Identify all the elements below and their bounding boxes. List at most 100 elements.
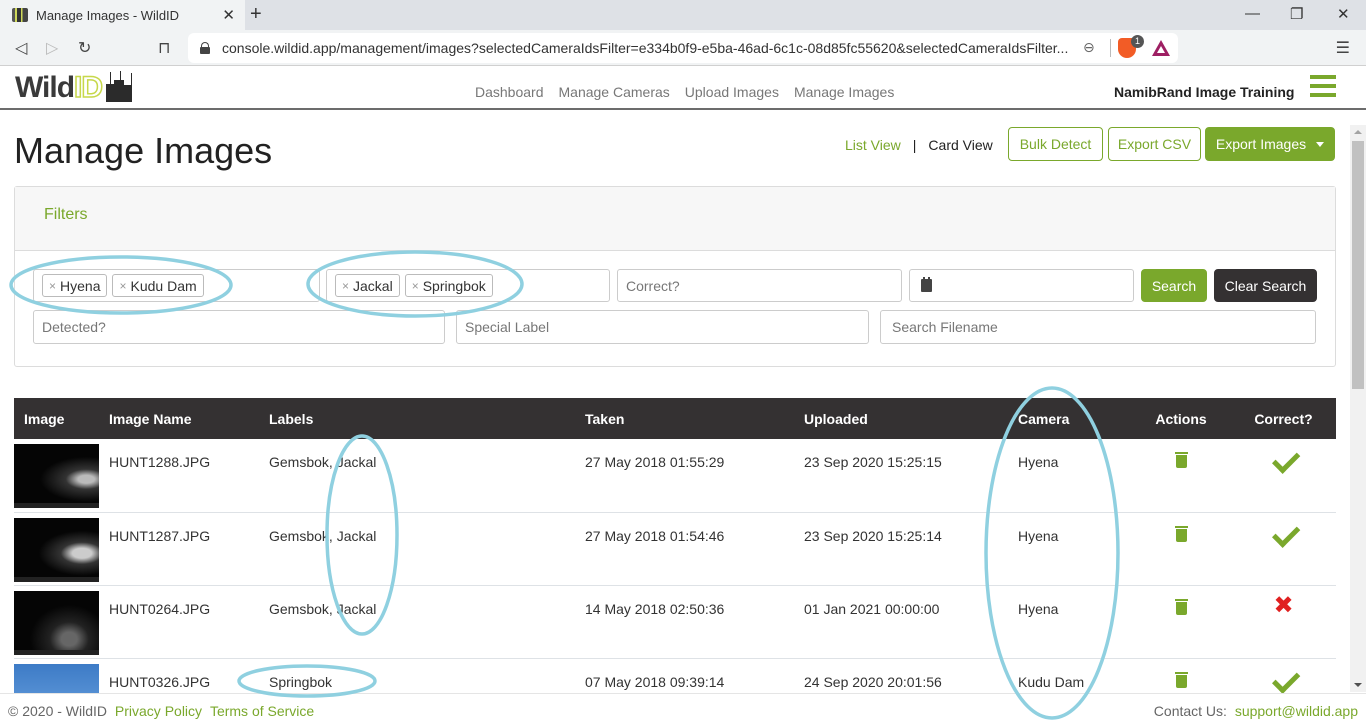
- table-row[interactable]: HUNT0326.JPG Springbok 07 May 2018 09:39…: [14, 658, 1336, 696]
- image-taken: 27 May 2018 01:54:46: [585, 527, 725, 544]
- clear-search-button[interactable]: Clear Search: [1214, 269, 1317, 302]
- label-filter-select[interactable]: × Jackal × Springbok: [326, 269, 610, 302]
- list-view-link[interactable]: List View: [845, 137, 901, 153]
- url-text: console.wildid.app/management/images?sel…: [222, 40, 1069, 56]
- remove-chip-icon[interactable]: ×: [49, 279, 56, 293]
- table-header-row: Image Image Name Labels Taken Uploaded C…: [14, 398, 1336, 439]
- shield-badge: 1: [1131, 35, 1144, 48]
- scroll-down-icon[interactable]: [1354, 683, 1362, 687]
- col-image[interactable]: Image: [14, 398, 99, 439]
- col-correct[interactable]: Correct?: [1231, 398, 1336, 439]
- reload-icon[interactable]: ↻: [78, 38, 91, 58]
- checkmark-icon[interactable]: [1270, 523, 1298, 545]
- nav-manage-images[interactable]: Manage Images: [794, 84, 894, 100]
- search-filename-input[interactable]: Search Filename: [880, 310, 1316, 344]
- image-camera: Hyena: [1018, 600, 1059, 617]
- image-labels: Gemsbok, Jackal: [269, 454, 377, 470]
- checkmark-icon[interactable]: [1270, 669, 1298, 691]
- animals-logo-icon: [104, 71, 136, 104]
- browser-tab[interactable]: Manage Images - WildID ✕: [0, 0, 245, 30]
- privacy-policy-link[interactable]: Privacy Policy: [115, 703, 202, 719]
- col-uploaded[interactable]: Uploaded: [794, 398, 1008, 439]
- special-label-select[interactable]: Special Label: [456, 310, 869, 344]
- image-name[interactable]: HUNT1287.JPG: [99, 512, 259, 585]
- bulk-detect-button[interactable]: Bulk Detect: [1008, 127, 1103, 161]
- image-name[interactable]: HUNT1288.JPG: [99, 439, 259, 512]
- image-name[interactable]: HUNT0326.JPG: [99, 658, 259, 696]
- image-thumbnail[interactable]: [14, 517, 99, 582]
- image-thumbnail[interactable]: [14, 444, 99, 508]
- chip-label: Springbok: [422, 277, 486, 294]
- minimize-icon[interactable]: —: [1245, 5, 1260, 22]
- correct-status[interactable]: [1270, 532, 1298, 548]
- checkmark-icon[interactable]: [1270, 449, 1298, 471]
- filters-panel: Filters × Hyena × Kudu Dam × Jackal × Spring…: [14, 186, 1336, 367]
- main-content: Manage Images List View | Card View Bulk…: [0, 112, 1350, 696]
- image-thumbnail[interactable]: [14, 590, 99, 655]
- image-thumbnail[interactable]: [14, 663, 99, 696]
- trash-icon[interactable]: [1174, 525, 1188, 542]
- zoom-icon[interactable]: ⊖: [1083, 39, 1095, 56]
- nav-dashboard[interactable]: Dashboard: [475, 84, 544, 100]
- contact-label: Contact Us:: [1153, 703, 1227, 719]
- trash-icon[interactable]: [1174, 671, 1188, 688]
- col-taken[interactable]: Taken: [575, 398, 794, 439]
- restore-icon[interactable]: ❐: [1290, 5, 1303, 23]
- forward-icon[interactable]: ▷: [46, 38, 58, 58]
- remove-chip-icon[interactable]: ×: [342, 279, 349, 293]
- terms-link[interactable]: Terms of Service: [210, 703, 314, 719]
- page-scrollbar[interactable]: [1350, 125, 1366, 692]
- remove-chip-icon[interactable]: ×: [119, 279, 126, 293]
- date-range-input[interactable]: [909, 269, 1134, 302]
- app-navbar: Wild ID Dashboard Manage Cameras Upload …: [0, 67, 1366, 110]
- camera-filter-select[interactable]: × Hyena × Kudu Dam: [33, 269, 320, 302]
- bookmark-icon[interactable]: ⊓: [158, 38, 170, 58]
- col-image-name[interactable]: Image Name: [99, 398, 259, 439]
- table-row[interactable]: HUNT1287.JPG Gemsbok, Jackal 27 May 2018…: [14, 512, 1336, 585]
- detected-filter-select[interactable]: Detected?: [33, 310, 445, 344]
- cross-icon[interactable]: ✖: [1273, 592, 1293, 619]
- view-divider: |: [912, 137, 917, 153]
- scroll-up-icon[interactable]: [1354, 130, 1362, 134]
- col-labels[interactable]: Labels: [259, 398, 575, 439]
- col-camera[interactable]: Camera: [1008, 398, 1131, 439]
- view-toggle: List View | Card View: [845, 137, 993, 153]
- image-labels: Gemsbok, Jackal: [269, 527, 377, 544]
- address-bar[interactable]: console.wildid.app/management/images?sel…: [188, 33, 1178, 63]
- trash-icon[interactable]: [1174, 452, 1188, 468]
- calendar-icon: [921, 277, 932, 292]
- bat-rewards-icon[interactable]: [1152, 40, 1170, 56]
- image-name[interactable]: HUNT0264.JPG: [99, 585, 259, 658]
- close-window-icon[interactable]: ✕: [1337, 5, 1350, 23]
- search-button[interactable]: Search: [1141, 269, 1207, 302]
- new-tab-icon[interactable]: +: [250, 3, 262, 26]
- nav-manage-cameras[interactable]: Manage Cameras: [559, 84, 670, 100]
- image-uploaded: 23 Sep 2020 15:25:14: [804, 527, 942, 544]
- hamburger-menu-icon[interactable]: [1310, 75, 1336, 97]
- image-taken: 14 May 2018 02:50:36: [585, 600, 725, 617]
- card-view-link[interactable]: Card View: [928, 137, 992, 153]
- image-camera: Hyena: [1018, 527, 1059, 544]
- trash-icon[interactable]: [1174, 598, 1188, 615]
- correct-status[interactable]: [1270, 458, 1298, 474]
- correct-filter-select[interactable]: Correct?: [617, 269, 902, 302]
- close-tab-icon[interactable]: ✕: [222, 6, 235, 24]
- table-row[interactable]: HUNT1288.JPG Gemsbok, Jackal 27 May 2018…: [14, 439, 1336, 512]
- export-images-dropdown[interactable]: Export Images: [1205, 127, 1335, 161]
- table-row[interactable]: HUNT0264.JPG Gemsbok, Jackal 14 May 2018…: [14, 585, 1336, 658]
- organization-name[interactable]: NamibRand Image Training: [1114, 84, 1294, 100]
- back-icon[interactable]: ◁: [15, 38, 27, 58]
- nav-upload-images[interactable]: Upload Images: [685, 84, 779, 100]
- remove-chip-icon[interactable]: ×: [412, 279, 419, 293]
- wildid-logo[interactable]: Wild ID: [15, 70, 136, 105]
- label-chip: × Jackal: [335, 274, 400, 297]
- copyright: © 2020 - WildID: [8, 703, 108, 719]
- browser-menu-icon[interactable]: ☰: [1336, 38, 1350, 58]
- contact-email-link[interactable]: support@wildid.app: [1235, 703, 1358, 719]
- col-actions: Actions: [1155, 410, 1207, 427]
- image-uploaded: 24 Sep 2020 20:01:56: [804, 673, 942, 690]
- scrollbar-thumb[interactable]: [1352, 141, 1364, 389]
- export-csv-button[interactable]: Export CSV: [1108, 127, 1201, 161]
- correct-status[interactable]: [1270, 678, 1298, 694]
- correct-status[interactable]: ✖: [1273, 593, 1293, 617]
